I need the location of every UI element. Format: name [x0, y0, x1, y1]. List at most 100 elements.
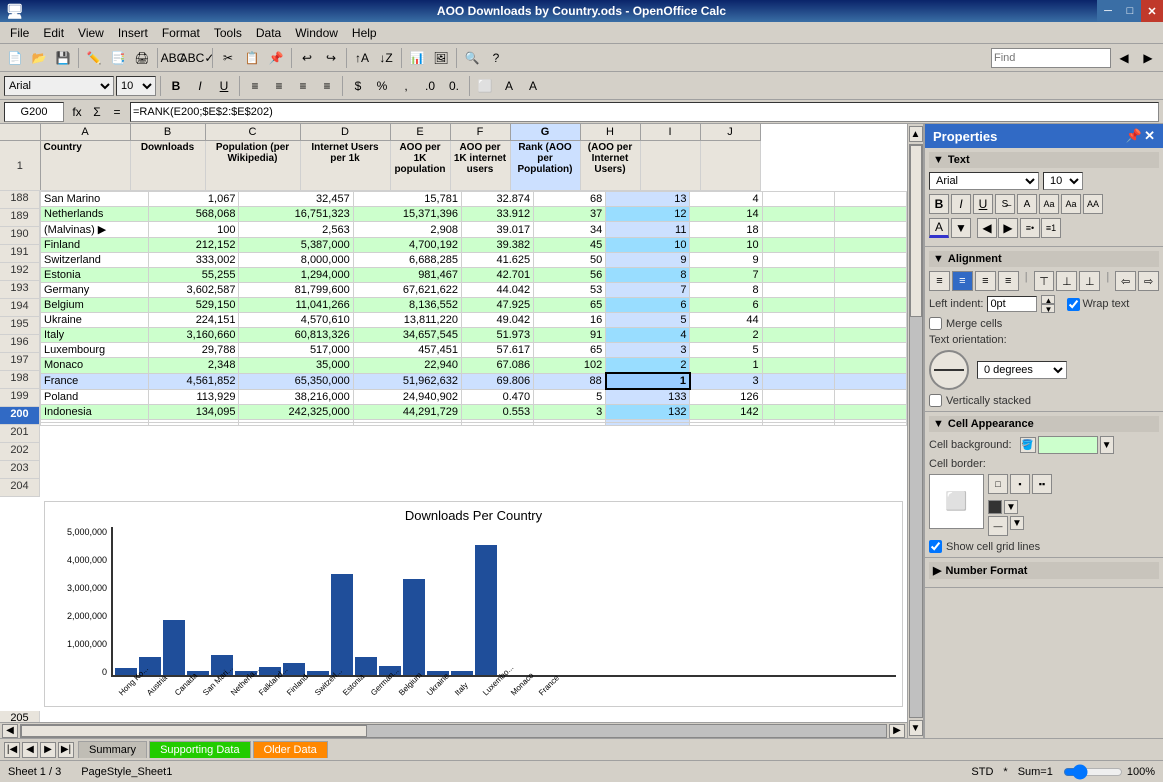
align-right-button[interactable]: ≡	[292, 75, 314, 97]
cell-f1[interactable]: AOO per 1K internet users	[450, 141, 510, 191]
cell-reference-input[interactable]	[4, 102, 64, 122]
cell-a1[interactable]: Country	[40, 141, 130, 191]
increase-decimal-button[interactable]: .0	[419, 75, 441, 97]
find-input[interactable]	[991, 48, 1111, 68]
prop-align-right-button[interactable]: ≡	[975, 271, 996, 291]
indent-input[interactable]	[987, 296, 1037, 312]
bg-color-swatch[interactable]	[1038, 436, 1098, 454]
indent-up-button[interactable]: ▲	[1041, 295, 1055, 304]
chart-bar[interactable]	[403, 579, 425, 675]
prop-aa2-button[interactable]: Aa	[1061, 194, 1081, 214]
copy-button[interactable]: 📋	[241, 47, 263, 69]
edit-file-button[interactable]: ✏️	[83, 47, 105, 69]
col-header-f[interactable]: F	[450, 124, 510, 141]
v-scroll-thumb[interactable]	[910, 145, 922, 317]
currency-button[interactable]: $	[347, 75, 369, 97]
find-next-button[interactable]: ▶	[1137, 47, 1159, 69]
cell-j1[interactable]	[700, 141, 760, 191]
h-scroll-thumb[interactable]	[21, 725, 367, 737]
horizontal-scrollbar[interactable]: ◀ ▶	[0, 722, 907, 738]
maximize-button[interactable]: □	[1119, 0, 1141, 22]
fx-icon[interactable]: fx	[68, 103, 86, 121]
v-scroll-track[interactable]	[909, 144, 923, 718]
menu-help[interactable]: Help	[346, 24, 383, 42]
border-box-button[interactable]: ▪	[1010, 474, 1030, 494]
bold-button[interactable]: B	[165, 75, 187, 97]
redo-button[interactable]: ↪	[320, 47, 342, 69]
vertical-scrollbar[interactable]: ▲ ▼	[907, 124, 923, 738]
number-format-header[interactable]: ▶ Number Format	[929, 562, 1159, 579]
open-button[interactable]: 📂	[28, 47, 50, 69]
border-none-button[interactable]: □	[988, 474, 1008, 494]
cell-i1[interactable]	[640, 141, 700, 191]
wrap-text-checkbox[interactable]	[1067, 298, 1080, 311]
help-button[interactable]: ?	[485, 47, 507, 69]
align-justify-button[interactable]: ≡	[316, 75, 338, 97]
prop-fontsize-select[interactable]: 10	[1043, 172, 1083, 190]
h-scroll-track[interactable]	[20, 724, 887, 738]
border-preview[interactable]: ⬜	[929, 474, 984, 529]
col-header-d[interactable]: D	[300, 124, 390, 141]
chart-bar[interactable]	[163, 620, 185, 675]
col-header-j[interactable]: J	[700, 124, 760, 141]
prop-ltr-button[interactable]: ⇨	[1138, 271, 1159, 291]
new-button[interactable]: 📄	[4, 47, 26, 69]
highlight-color-button[interactable]: A	[498, 75, 520, 97]
chart-button[interactable]: 📊	[406, 47, 428, 69]
border-button[interactable]: ⬜	[474, 75, 496, 97]
orientation-circle[interactable]	[929, 350, 969, 390]
prop-bold-button[interactable]: B	[929, 194, 949, 214]
degrees-select[interactable]: 0 degrees	[977, 361, 1067, 379]
prop-align-center-button[interactable]: ≡	[952, 271, 973, 291]
align-center-button[interactable]: ≡	[268, 75, 290, 97]
gallery-button[interactable]: 🖼	[430, 47, 452, 69]
sheet-tab-older[interactable]: Older Data	[253, 741, 328, 758]
prop-rtl-button[interactable]: ⇦	[1115, 271, 1136, 291]
border-style-dropdown-button[interactable]: ▼	[1010, 516, 1024, 530]
font-size-select[interactable]: 10	[116, 76, 156, 96]
prop-align-justify-button[interactable]: ≡	[998, 271, 1019, 291]
sort-asc-button[interactable]: ↑A	[351, 47, 373, 69]
align-left-button[interactable]: ≡	[244, 75, 266, 97]
prop-indent-more-button[interactable]: ▶	[998, 218, 1018, 238]
prop-shadow-button[interactable]: A	[1017, 194, 1037, 214]
border-color-swatch[interactable]	[988, 500, 1002, 514]
prop-indent-less-button[interactable]: ◀	[977, 218, 997, 238]
find-prev-button[interactable]: ◀	[1113, 47, 1135, 69]
percent-button[interactable]: %	[371, 75, 393, 97]
prop-underline-button[interactable]: U	[973, 194, 993, 214]
tab-prev-button[interactable]: ◀	[22, 742, 38, 758]
cell-b1[interactable]: Downloads	[130, 141, 205, 191]
col-header-e[interactable]: E	[390, 124, 450, 141]
border-color-dropdown-button[interactable]: ▼	[1004, 500, 1018, 514]
cell-e1[interactable]: AOO per 1K population	[390, 141, 450, 191]
bg-color-dropdown-button[interactable]: ▼	[1100, 436, 1114, 454]
zoom-slider[interactable]	[1063, 764, 1123, 780]
zoom-button[interactable]: 🔍	[461, 47, 483, 69]
cut-button[interactable]: ✂	[217, 47, 239, 69]
alignment-section-header[interactable]: ▼ Alignment	[929, 251, 1159, 267]
chart-bar[interactable]	[331, 574, 353, 675]
prop-list-unordered-button[interactable]: ≡•	[1020, 218, 1040, 238]
prop-color2-button[interactable]: ▼	[951, 218, 971, 238]
menu-edit[interactable]: Edit	[37, 24, 70, 42]
sheet-tab-supporting[interactable]: Supporting Data	[149, 741, 251, 758]
close-button[interactable]: ✕	[1141, 0, 1163, 22]
chart-bar[interactable]	[307, 671, 329, 675]
equals-icon[interactable]: =	[108, 103, 126, 121]
menu-view[interactable]: View	[72, 24, 110, 42]
indent-down-button[interactable]: ▼	[1041, 304, 1055, 313]
col-header-h[interactable]: H	[580, 124, 640, 141]
underline-button[interactable]: U	[213, 75, 235, 97]
menu-format[interactable]: Format	[156, 24, 206, 42]
sheet-tab-summary[interactable]: Summary	[78, 741, 147, 758]
tab-first-button[interactable]: |◀	[4, 742, 20, 758]
font-select[interactable]: Arial	[4, 76, 114, 96]
chart-bar[interactable]	[475, 545, 497, 675]
show-grid-lines-checkbox[interactable]	[929, 540, 942, 553]
cell-appearance-header[interactable]: ▼ Cell Appearance	[929, 416, 1159, 432]
minimize-button[interactable]: ─	[1097, 0, 1119, 22]
prop-aa3-button[interactable]: AA	[1083, 194, 1103, 214]
prop-font-select[interactable]: Arial	[929, 172, 1039, 190]
thousands-button[interactable]: ,	[395, 75, 417, 97]
